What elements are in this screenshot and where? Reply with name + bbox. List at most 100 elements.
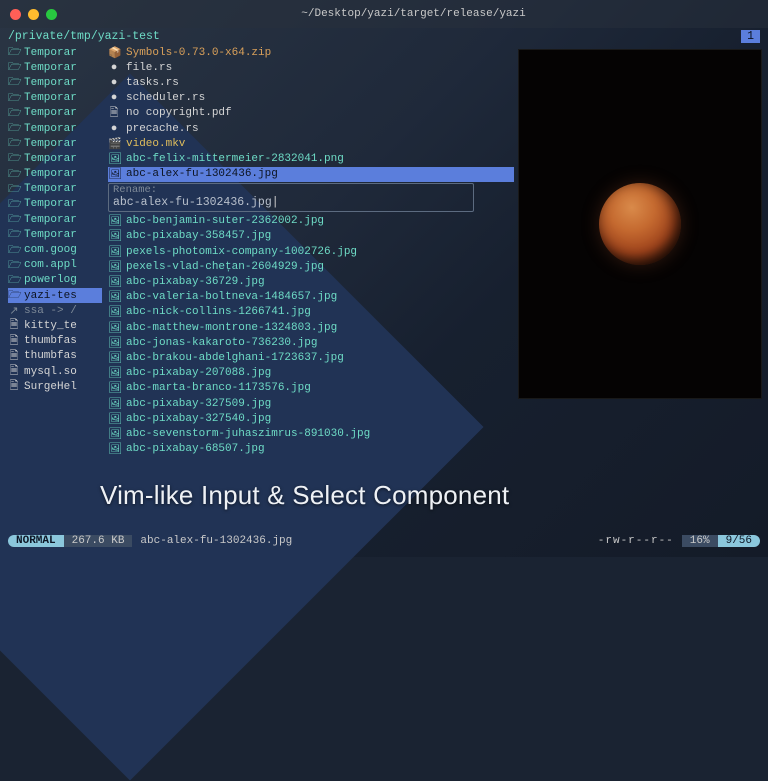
folder-icon: 🗁 <box>8 288 20 303</box>
file-icon: 🗎 <box>8 379 20 394</box>
file-type-icon: 🖼 <box>108 275 120 289</box>
list-item[interactable]: 🖼 pexels-vlad-chețan-2604929.jpg <box>108 259 514 274</box>
list-item[interactable]: 🖼 abc-pixabay-358457.jpg <box>108 229 514 244</box>
file-type-icon: 🖼 <box>108 260 120 274</box>
window-titlebar: ~/Desktop/yazi/target/release/yazi <box>0 0 768 28</box>
list-item[interactable]: 🖼 abc-pixabay-68507.jpg <box>108 442 514 457</box>
status-filename: abc-alex-fu-1302436.jpg <box>132 535 589 547</box>
folder-icon: 🗁 <box>8 121 20 136</box>
sidebar-item[interactable]: 🗁Temporar <box>8 227 102 242</box>
list-item[interactable]: 🖼abc-marta-branco-1173576.jpg <box>108 381 514 396</box>
file-name: abc-pixabay-68507.jpg <box>126 443 265 455</box>
close-icon[interactable] <box>10 9 21 20</box>
sidebar-item-label: com.goog <box>24 244 77 256</box>
sidebar-item[interactable]: 🗁 Temporar <box>8 197 102 212</box>
list-item[interactable]: 🖼abc-matthew-montrone-1324803.jpg <box>108 320 514 335</box>
sidebar-item-label: Temporar <box>24 198 77 210</box>
sidebar-item-label: thumbfas <box>24 350 77 362</box>
list-item[interactable]: 🖼 abc-pixabay-207088.jpg <box>108 366 514 381</box>
sidebar-item[interactable]: 🗎kitty_te <box>8 318 102 333</box>
file-name: pexels-vlad-chețan-2604929.jpg <box>126 261 324 273</box>
list-item[interactable]: ●file.rs <box>108 60 514 75</box>
list-item[interactable]: 📦Symbols-0.73.0-x64.zip <box>108 45 514 60</box>
file-name: video.mkv <box>126 138 185 150</box>
file-type-icon: 📦 <box>108 46 120 60</box>
sidebar-item-selected[interactable]: 🗁yazi-tes <box>8 288 102 303</box>
file-name: abc-sevenstorm-juhaszimrus-891030.jpg <box>126 428 370 440</box>
sidebar-item-label: Temporar <box>24 107 77 119</box>
sidebar-item[interactable]: 🗁Temporar <box>8 75 102 90</box>
folder-icon: 🗁 <box>8 45 20 60</box>
sidebar-item[interactable]: 🗁Temporar <box>8 182 102 197</box>
file-name: abc-pixabay-358457.jpg <box>126 230 271 242</box>
list-item[interactable]: ●scheduler.rs <box>108 91 514 106</box>
list-item[interactable]: 🖼abc-pixabay-327509.jpg <box>108 396 514 411</box>
rename-input[interactable]: abc-alex-fu-1302436.jpg <box>113 196 469 209</box>
current-path: /private/tmp/yazi-test <box>8 30 160 43</box>
sidebar-item[interactable]: 🗎SurgeHel <box>8 379 102 394</box>
file-type-icon: 🖼 <box>108 366 120 380</box>
sidebar-item[interactable]: 🗁 Temporar <box>8 60 102 75</box>
list-item[interactable]: ●precache.rs <box>108 121 514 136</box>
sidebar-item[interactable]: 🗁Temporar <box>8 167 102 182</box>
folder-icon: 🗁 <box>8 75 20 90</box>
minimize-icon[interactable] <box>28 9 39 20</box>
file-name: scheduler.rs <box>126 92 205 104</box>
file-type-icon: 🖼 <box>108 442 120 456</box>
list-item[interactable]: 🖼pexels-photomix-company-1002726.jpg <box>108 244 514 259</box>
sidebar-item[interactable]: 🗎thumbfas <box>8 334 102 349</box>
sidebar-item[interactable]: 🗁com.goog <box>8 242 102 257</box>
sidebar-item[interactable]: 🗁Temporar <box>8 151 102 166</box>
file-icon: 🗎 <box>8 334 20 349</box>
tab-indicator[interactable]: 1 <box>741 30 760 43</box>
sidebar-item[interactable]: 🗁com.appl <box>8 258 102 273</box>
list-item[interactable]: 🖼abc-sevenstorm-juhaszimrus-891030.jpg <box>108 426 514 441</box>
list-item[interactable]: 🖼abc-felix-mittermeier-2832041.png <box>108 151 514 166</box>
sidebar-item[interactable]: 🗁Temporar <box>8 121 102 136</box>
list-item[interactable]: 🖼abc-nick-collins-1266741.jpg <box>108 305 514 320</box>
file-type-icon: 🖼 <box>108 214 120 228</box>
list-item[interactable]: 🎬video.mkv <box>108 136 514 151</box>
parent-directory-list[interactable]: 🗁Temporar🗁Temporar🗁Temporar🗁Temporar🗁Tem… <box>0 45 102 535</box>
file-list[interactable]: 📦Symbols-0.73.0-x64.zip●file.rs●tasks.rs… <box>102 45 514 535</box>
file-name: abc-valeria-boltneva-1484657.jpg <box>126 291 337 303</box>
sidebar-item[interactable]: 🗁Temporar <box>8 106 102 121</box>
list-item[interactable]: 🖼abc-valeria-boltneva-1484657.jpg <box>108 290 514 305</box>
sidebar-item[interactable]: 🗎mysql.so <box>8 364 102 379</box>
list-item-selected[interactable]: 🖼 abc-alex-fu-1302436.jpg <box>108 167 514 182</box>
sidebar-item-label: Temporar <box>24 62 77 74</box>
folder-icon: 🗁 <box>8 60 20 75</box>
list-item[interactable]: 🖼 abc-brakou-abdelghani-1723637.jpg <box>108 350 514 365</box>
list-item[interactable]: 🖼abc-pixabay-36729.jpg <box>108 274 514 289</box>
traffic-lights <box>10 9 57 20</box>
sidebar-item[interactable]: 🗁 Temporar <box>8 45 102 60</box>
sidebar-item[interactable]: 🗎thumbfas <box>8 349 102 364</box>
sidebar-item[interactable]: 🗁Temporar <box>8 212 102 227</box>
folder-icon: 🗁 <box>8 212 20 227</box>
sidebar-item[interactable]: ↗ssa -> / <box>8 303 102 318</box>
maximize-icon[interactable] <box>46 9 57 20</box>
file-type-icon: 🖼 <box>108 229 120 243</box>
sidebar-item-label: Temporar <box>24 47 77 59</box>
file-name: abc-brakou-abdelghani-1723637.jpg <box>126 352 344 364</box>
folder-icon: 🗁 <box>8 197 20 212</box>
list-item[interactable]: 🖼abc-benjamin-suter-2362002.jpg <box>108 214 514 229</box>
file-type-icon: 🖼 <box>108 351 120 365</box>
status-bar: NORMAL 267.6 KB abc-alex-fu-1302436.jpg … <box>8 533 760 549</box>
sidebar-item[interactable]: 🗁Temporar <box>8 136 102 151</box>
file-name: abc-pixabay-207088.jpg <box>126 367 271 379</box>
sidebar-item[interactable]: 🗁Temporar <box>8 91 102 106</box>
link-icon: ↗ <box>8 304 20 318</box>
folder-icon: 🗁 <box>8 91 20 106</box>
file-name: no copyright.pdf <box>126 107 232 119</box>
file-type-icon: 🖼 <box>108 397 120 411</box>
file-icon: 🗎 <box>8 364 20 379</box>
list-item[interactable]: 🖼abc-jonas-kakaroto-736230.jpg <box>108 335 514 350</box>
list-item[interactable]: ●tasks.rs <box>108 75 514 90</box>
list-item[interactable]: 🖼abc-pixabay-327540.jpg <box>108 411 514 426</box>
rename-input-box[interactable]: Rename: abc-alex-fu-1302436.jpg <box>108 183 474 212</box>
sidebar-item[interactable]: 🗁powerlog <box>8 273 102 288</box>
image-icon: 🖼 <box>108 167 120 181</box>
list-item[interactable]: 🗎no copyright.pdf <box>108 106 514 121</box>
moon-image <box>599 183 681 265</box>
